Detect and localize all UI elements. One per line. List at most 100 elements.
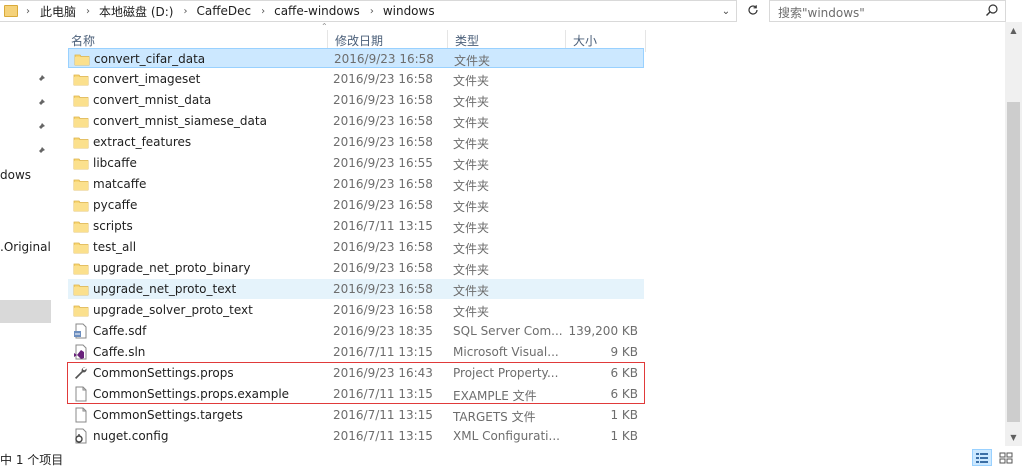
blank-file-icon	[75, 407, 87, 423]
file-name: pycaffe	[93, 198, 138, 212]
chevron-right-icon[interactable]: ›	[370, 6, 374, 17]
file-modified-date: 2016/9/23 16:58	[333, 72, 433, 86]
large-icons-view-button[interactable]	[996, 449, 1016, 466]
file-row[interactable]: convert_cifar_data 2016/9/23 16:58 文件夹	[68, 48, 644, 68]
folder-icon	[73, 242, 89, 254]
file-row[interactable]: upgrade_net_proto_text 2016/9/23 16:58 文件夹	[68, 279, 644, 299]
folder-icon	[73, 305, 89, 317]
file-row[interactable]: Caffe.sln 2016/7/11 13:15 Microsoft Visual…	[68, 342, 644, 362]
file-row[interactable]: CommonSettings.targets 2016/7/11 13:15 TAR…	[68, 405, 644, 425]
file-row[interactable]: libcaffe 2016/9/23 16:55 文件夹	[68, 153, 644, 173]
file-modified-date: 2016/9/23 16:58	[333, 177, 433, 191]
file-type: TARGETS 文件	[453, 410, 536, 424]
pin-icon[interactable]	[36, 98, 46, 108]
file-row[interactable]: convert_imageset 2016/9/23 16:58 文件夹	[68, 69, 644, 89]
selection-count: 中 1 个项目	[0, 453, 64, 467]
nav-item-label[interactable]: dows	[0, 168, 31, 182]
scroll-down-arrow-icon[interactable]: ▼	[1005, 429, 1022, 446]
search-input[interactable]: 搜索"windows"	[769, 0, 1006, 22]
file-name: convert_imageset	[93, 72, 201, 86]
file-modified-date: 2016/9/23 16:58	[333, 303, 433, 317]
file-type: 文件夹	[453, 137, 490, 151]
file-row[interactable]: convert_mnist_data 2016/9/23 16:58 文件夹	[68, 90, 644, 110]
file-modified-date: 2016/9/23 16:58	[334, 52, 434, 66]
file-type: Microsoft Visual...	[453, 345, 559, 359]
file-row[interactable]: extract_features 2016/9/23 16:58 文件夹	[68, 132, 644, 152]
file-row[interactable]: nuget.config 2016/7/11 13:15 XML Configura…	[68, 426, 644, 446]
scrollbar-thumb[interactable]	[1007, 102, 1020, 422]
large-icons-view-icon	[999, 452, 1013, 463]
search-icon[interactable]	[985, 3, 999, 17]
file-row[interactable]: matcaffe 2016/9/23 16:58 文件夹	[68, 174, 644, 194]
file-modified-date: 2016/9/23 16:58	[333, 282, 433, 296]
chevron-right-icon[interactable]: ›	[26, 6, 30, 17]
file-modified-date: 2016/7/11 13:15	[333, 408, 433, 422]
chevron-right-icon[interactable]: ›	[183, 6, 187, 17]
file-name: libcaffe	[93, 156, 137, 170]
breadcrumb-caffe-windows[interactable]: caffe-windows	[274, 4, 360, 18]
visual-studio-solution-icon	[74, 344, 87, 360]
pin-icon[interactable]	[36, 74, 46, 84]
sort-ascending-icon: ⌃	[321, 22, 328, 31]
folder-icon	[73, 137, 89, 149]
file-row[interactable]: scripts 2016/7/11 13:15 文件夹	[68, 216, 644, 236]
file-type: 文件夹	[453, 284, 490, 298]
file-type: 文件夹	[453, 158, 490, 172]
file-type: 文件夹	[453, 221, 490, 235]
breadcrumb-caffedec[interactable]: CaffeDec	[196, 4, 251, 18]
breadcrumb-windows[interactable]: windows	[383, 4, 435, 18]
file-modified-date: 2016/9/23 16:43	[333, 366, 433, 380]
nav-item-label[interactable]: .Original.	[0, 240, 52, 254]
file-modified-date: 2016/9/23 16:55	[333, 156, 433, 170]
file-row[interactable]: Caffe.sdf 2016/9/23 18:35 SQL Server Com..…	[68, 321, 644, 341]
chevron-down-icon[interactable]: ⌄	[718, 3, 734, 19]
folder-icon	[73, 179, 89, 191]
nav-item-selected[interactable]	[0, 300, 51, 323]
breadcrumb-local-disk[interactable]: 本地磁盘 (D:)	[99, 3, 173, 20]
chevron-right-icon[interactable]: ›	[86, 6, 90, 17]
file-modified-date: 2016/9/23 16:58	[333, 114, 433, 128]
vertical-scrollbar[interactable]: ▲ ▼	[1005, 22, 1022, 446]
folder-icon	[73, 95, 89, 107]
file-type: 文件夹	[453, 263, 490, 277]
file-row[interactable]: convert_mnist_siamese_data 2016/9/23 16:5…	[68, 111, 644, 131]
config-file-icon	[75, 428, 87, 444]
file-row[interactable]: upgrade_solver_proto_text 2016/9/23 16:58…	[68, 300, 644, 320]
file-modified-date: 2016/7/11 13:15	[333, 387, 433, 401]
address-bar[interactable]: › 此电脑 › 本地磁盘 (D:) › CaffeDec › caffe-win…	[0, 0, 737, 22]
file-name: scripts	[93, 219, 133, 233]
pin-icon[interactable]	[36, 146, 46, 156]
pin-icon[interactable]	[36, 122, 46, 132]
sdf-file-icon	[74, 323, 87, 339]
folder-icon	[74, 54, 90, 66]
wrench-icon	[75, 367, 87, 379]
file-modified-date: 2016/9/23 16:58	[333, 93, 433, 107]
file-size: 6 KB	[610, 387, 638, 401]
file-type: 文件夹	[453, 305, 490, 319]
file-size: 1 KB	[610, 429, 638, 443]
scroll-up-arrow-icon[interactable]: ▲	[1005, 22, 1022, 39]
file-row[interactable]: test_all 2016/9/23 16:58 文件夹	[68, 237, 644, 257]
breadcrumb-this-pc[interactable]: 此电脑	[40, 3, 76, 20]
search-placeholder: 搜索"windows"	[778, 6, 865, 20]
file-row[interactable]: pycaffe 2016/9/23 16:58 文件夹	[68, 195, 644, 215]
file-name: test_all	[93, 240, 137, 254]
file-type: XML Configurati...	[453, 429, 560, 443]
file-name: upgrade_net_proto_text	[93, 282, 237, 296]
details-view-button[interactable]	[972, 449, 992, 466]
file-name: upgrade_net_proto_binary	[93, 261, 251, 275]
file-type: Project Property...	[453, 366, 559, 380]
refresh-button[interactable]	[742, 0, 764, 20]
chevron-right-icon[interactable]: ›	[261, 6, 265, 17]
file-modified-date: 2016/9/23 16:58	[333, 261, 433, 275]
details-view-icon	[976, 452, 988, 463]
file-modified-date: 2016/7/11 13:15	[333, 429, 433, 443]
file-row[interactable]: CommonSettings.props.example 2016/7/11 13…	[68, 384, 644, 404]
file-row[interactable]: upgrade_net_proto_binary 2016/9/23 16:58 文…	[68, 258, 644, 278]
file-name: convert_mnist_siamese_data	[93, 114, 267, 128]
file-row[interactable]: CommonSettings.props 2016/9/23 16:43 Proje…	[68, 363, 644, 383]
file-name: CommonSettings.targets	[93, 408, 243, 422]
file-name: CommonSettings.props.example	[93, 387, 290, 401]
status-bar: 中 1 个项目	[0, 448, 1022, 468]
file-type: SQL Server Com...	[453, 324, 563, 338]
